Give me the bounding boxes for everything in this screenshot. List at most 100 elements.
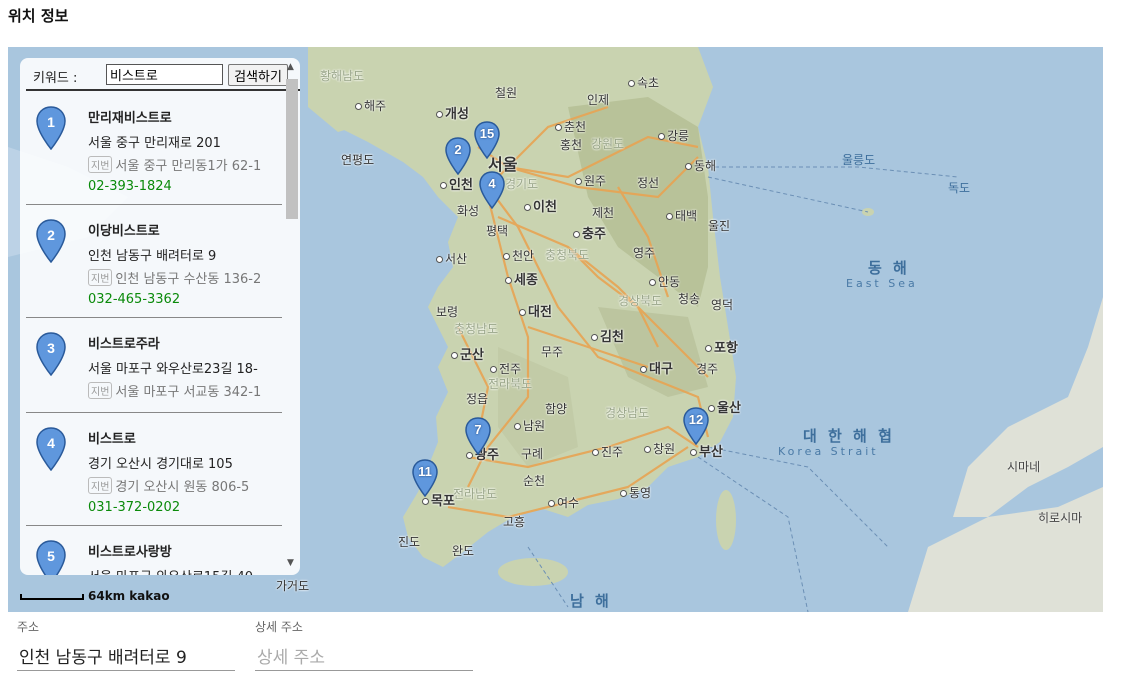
road-address: 서울 마포구 와우산로23길 18- <box>88 362 258 377</box>
map-label: 홍천 <box>560 138 583 152</box>
marker-number-icon: 3 <box>36 332 66 380</box>
map-label: 여수 <box>548 494 579 511</box>
svg-text:4: 4 <box>47 435 55 451</box>
page-title: 위치 정보 <box>8 7 69 25</box>
map-label: 경상북도 <box>618 294 663 308</box>
map-label: East Sea <box>846 277 918 290</box>
map-label: 독도 <box>948 181 971 195</box>
svg-text:5: 5 <box>47 548 55 564</box>
map-label: 안동 <box>649 273 680 290</box>
map-scale: 64km kakao <box>20 589 170 603</box>
address-input[interactable]: 인천 남동구 배려터로 9 <box>17 643 235 671</box>
search-button[interactable]: 검색하기 <box>228 64 288 86</box>
detail-address-input[interactable]: 상세 주소 <box>255 643 473 671</box>
scale-bar <box>20 593 84 600</box>
list-item[interactable]: 2 이당비스트로 인천 남동구 배려터로 9 지번 인천 남동구 수산동 136-… <box>26 205 282 318</box>
road-address: 인천 남동구 배려터로 9 <box>88 249 217 264</box>
place-name[interactable]: 비스트로사랑방 <box>88 541 172 560</box>
map-label: 남원 <box>514 417 545 434</box>
map-label: 해주 <box>355 97 386 114</box>
map-label: 화성 <box>457 204 480 218</box>
list-item[interactable]: 5 비스트로사랑방 서울 마포구 와우산로15길 40 <box>26 526 282 575</box>
place-name[interactable]: 이당비스트로 <box>88 220 160 239</box>
map-label: 창원 <box>644 440 675 457</box>
detail-address-field: 상세 주소 상세 주소 <box>255 618 473 671</box>
map-label: 충청남도 <box>454 322 499 336</box>
map-label: 연평도 <box>341 153 375 167</box>
map-label: 동해 <box>685 157 716 174</box>
map-label: 강릉 <box>658 127 689 144</box>
map-marker[interactable]: 7 <box>465 417 491 455</box>
marker-number-icon: 2 <box>36 219 66 267</box>
map-label: 경상남도 <box>605 406 650 420</box>
svg-text:3: 3 <box>47 340 55 356</box>
map-label: 순천 <box>523 474 546 488</box>
place-name[interactable]: 비스트로 <box>88 428 136 447</box>
scroll-thumb[interactable] <box>286 79 298 219</box>
phone-number: 032-465-3362 <box>88 292 181 307</box>
address-label: 주소 <box>17 620 40 634</box>
map-label: 경기도 <box>505 177 539 191</box>
scroll-up-arrow-icon[interactable]: ▲ <box>287 62 294 72</box>
svg-text:2: 2 <box>47 227 55 243</box>
results-list: 1 만리재비스트로 서울 중구 만리재로 201 지번 서울 중구 만리동1가 6… <box>26 92 282 575</box>
map-label: 진주 <box>592 443 623 460</box>
map-label: 천안 <box>503 247 534 264</box>
map-label: 영주 <box>633 246 656 260</box>
map-label: 동 해 <box>868 259 910 277</box>
scroll-down-arrow-icon[interactable]: ▼ <box>287 558 294 568</box>
map-label: 울산 <box>708 397 741 416</box>
map-label: 경주 <box>696 362 719 376</box>
map-label: 속초 <box>628 74 659 91</box>
map-label: 원주 <box>575 172 606 189</box>
map-label: 개성 <box>436 103 469 122</box>
map-label: 대구 <box>640 358 673 377</box>
place-name[interactable]: 만리재비스트로 <box>88 107 172 126</box>
map-label: 전라남도 <box>453 487 498 501</box>
phone-number: 031-372-0202 <box>88 500 181 515</box>
list-item[interactable]: 3 비스트로주라 서울 마포구 와우산로23길 18- 지번 서울 마포구 서교동… <box>26 318 282 413</box>
map-marker[interactable]: 12 <box>683 407 709 445</box>
map-label: 히로시마 <box>1038 511 1083 525</box>
map-label: 인제 <box>587 93 610 107</box>
search-results-panel: 키워드 : 검색하기 1 만리재비스트로 서울 중구 만리재로 201 지번서울… <box>20 58 300 575</box>
map-marker[interactable]: 15 <box>474 121 500 159</box>
map-label: 서산 <box>436 250 467 267</box>
map-label: 시마네 <box>1007 460 1041 474</box>
map-label: 정읍 <box>466 392 489 406</box>
map-label: 통영 <box>620 484 651 501</box>
map-label: 남 해 <box>570 592 612 610</box>
map-label: 충주 <box>573 223 606 242</box>
results-scrollbar[interactable]: ▲ ▼ <box>284 58 300 575</box>
map-label: 청송 <box>678 292 701 306</box>
list-item[interactable]: 4 비스트로 경기 오산시 경기대로 105 지번 경기 오산시 원동 806-5… <box>26 413 282 526</box>
map-marker[interactable]: 2 <box>445 137 471 175</box>
keyword-label: 키워드 : <box>33 71 78 86</box>
map-label: 고흥 <box>503 515 526 529</box>
map-label: 함양 <box>545 402 568 416</box>
address-field: 주소 인천 남동구 배려터로 9 <box>17 618 235 671</box>
map-label: 대전 <box>519 301 552 320</box>
map-label: Korea Strait <box>778 445 879 458</box>
map-marker[interactable]: 11 <box>412 459 438 497</box>
road-address: 서울 마포구 와우산로15길 40 <box>88 566 253 575</box>
map-marker[interactable]: 4 <box>479 171 505 209</box>
map-label: 세종 <box>505 269 538 288</box>
jibun-address: 지번 경기 오산시 원동 806-5 <box>88 476 249 495</box>
map-label: 황해남도 <box>320 69 365 83</box>
marker-number-icon: 4 <box>36 427 66 475</box>
map-label: 춘천 <box>555 118 586 135</box>
map-label: 철원 <box>495 86 518 100</box>
phone-number: 02-393-1824 <box>88 179 172 194</box>
marker-number-icon: 5 <box>36 540 66 575</box>
keyword-input[interactable] <box>106 64 223 85</box>
detail-address-label: 상세 주소 <box>255 620 303 634</box>
map-label: 진도 <box>398 535 421 549</box>
jibun-address: 지번 서울 중구 만리동1가 62-1 <box>88 155 261 174</box>
map-label: 완도 <box>452 544 475 558</box>
list-item[interactable]: 1 만리재비스트로 서울 중구 만리재로 201 지번 서울 중구 만리동1가 6… <box>26 92 282 205</box>
map-label: 정선 <box>637 176 660 190</box>
jibun-address: 지번 인천 남동구 수산동 136-2 <box>88 268 261 287</box>
place-name[interactable]: 비스트로주라 <box>88 333 160 352</box>
map-label: 영덕 <box>711 298 734 312</box>
